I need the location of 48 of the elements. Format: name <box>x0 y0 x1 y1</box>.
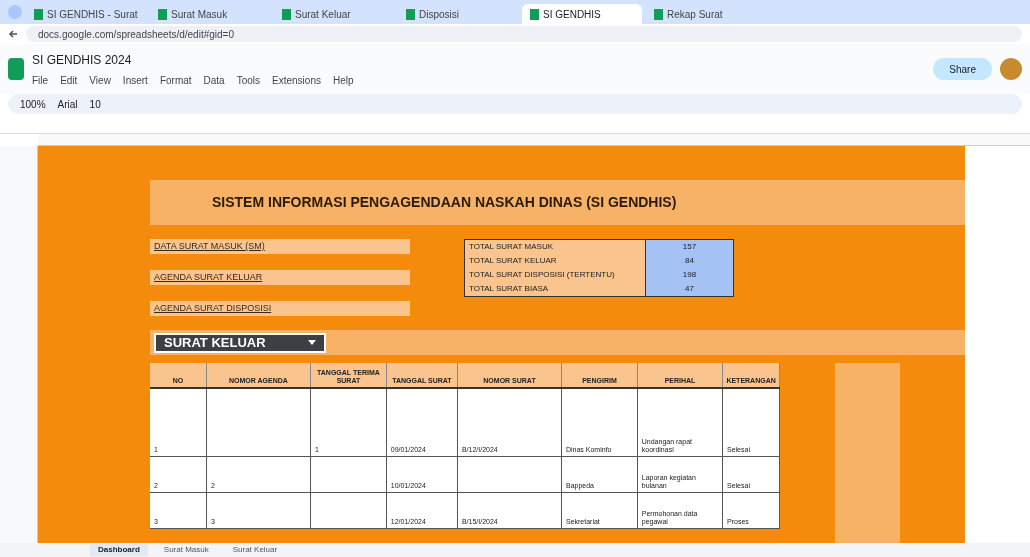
browser-tab[interactable]: Surat Keluar <box>274 4 394 24</box>
menu-item[interactable]: Help <box>332 72 354 88</box>
total-value: 198 <box>645 268 733 283</box>
sheets-icon <box>530 8 539 20</box>
sheets-icon <box>654 8 663 20</box>
sheets-logo-icon <box>8 58 24 80</box>
total-value: 47 <box>645 282 733 297</box>
font-size-field[interactable]: 10 <box>89 96 101 112</box>
sheet-tab[interactable]: Surat Keluar <box>224 544 286 556</box>
document-title: SI GENDHIS 2024 <box>32 51 133 69</box>
total-value: 157 <box>645 240 733 255</box>
total-label: TOTAL SURAT BIASA <box>465 282 645 297</box>
sheet-tab[interactable]: Surat Masuk <box>155 544 217 556</box>
sheets-icon <box>282 8 291 20</box>
browser-icon <box>8 5 22 19</box>
menu-item[interactable]: Tools <box>236 72 261 88</box>
font-select[interactable]: Arial <box>57 96 78 112</box>
menu-item[interactable]: Extensions <box>272 72 321 88</box>
menu-item[interactable]: File <box>32 72 49 88</box>
sheet-link[interactable]: DATA SURAT MASUK (SM) <box>150 239 410 255</box>
browser-tab[interactable]: Disposisi <box>398 4 518 24</box>
sheet-link[interactable]: AGENDA SURAT KELUAR <box>150 270 410 286</box>
total-label: TOTAL SURAT DISPOSISI (TERTENTU) <box>465 268 645 283</box>
menu-item[interactable]: Format <box>159 72 192 88</box>
browser-tab[interactable]: Surat Masuk <box>150 4 270 24</box>
sheet-link[interactable]: AGENDA SURAT DISPOSISI <box>150 301 410 317</box>
address-bar[interactable]: docs.google.com/spreadsheets/d/edit#gid=0 <box>26 26 1022 42</box>
menu-item[interactable]: View <box>89 72 111 88</box>
back-icon[interactable] <box>8 29 18 39</box>
menu-item[interactable]: Edit <box>60 72 78 88</box>
browser-tab[interactable]: Rekap Surat <box>646 4 766 24</box>
browser-tab[interactable]: SI GENDHIS <box>522 4 642 24</box>
sheets-icon <box>34 8 43 20</box>
menu-item[interactable]: Insert <box>122 72 148 88</box>
total-value: 84 <box>645 254 733 269</box>
dashboard-title: SISTEM INFORMASI PENGAGENDAAN NASKAH DINAS (SI GENDHIS) <box>212 193 677 213</box>
filter-dropdown[interactable]: SURAT KELUAR <box>154 332 326 353</box>
sheet-tab[interactable]: Dashboard <box>90 544 148 556</box>
sheets-icon <box>158 8 167 20</box>
zoom-select[interactable]: 100% <box>20 96 46 112</box>
total-label: TOTAL SURAT MASUK <box>465 240 645 255</box>
share-button[interactable]: Share <box>933 58 992 80</box>
total-label: TOTAL SURAT KELUAR <box>465 254 645 269</box>
caret-icon <box>308 340 316 346</box>
browser-tab[interactable]: SI GENDHIS - Surat <box>26 4 146 24</box>
menu-item[interactable]: Data <box>203 72 225 88</box>
avatar-icon[interactable] <box>1000 58 1022 80</box>
sheets-icon <box>406 8 415 20</box>
